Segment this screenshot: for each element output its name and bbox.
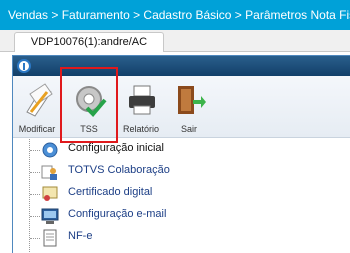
document-icon [43,229,57,247]
tree-item-label: Configuração inicial [68,142,164,154]
exit-door-icon [178,86,206,114]
monitor-icon [41,208,59,224]
report-button[interactable]: Relatório [117,80,165,134]
tree-item-certificado-digital[interactable]: Certificado digital [13,183,350,205]
modify-button[interactable]: Modificar [13,80,61,134]
modify-icon [26,83,53,117]
printer-icon [129,85,155,115]
tree-item-configuracao-email[interactable]: Configuração e-mail [13,205,350,227]
exit-button[interactable]: Sair [165,80,213,134]
breadcrumb: Vendas > Faturamento > Cadastro Básico >… [0,0,350,30]
tree-item-label: TOTVS Colaboração [68,164,170,176]
tree-item-totvs-colaboracao[interactable]: TOTVS Colaboração [13,161,350,183]
tab-strip: VDP10076(1):andre/AC [0,30,350,52]
certificate-icon [42,186,58,201]
options-tree: Configuração inicial TOTVS Colaboração C… [13,139,350,253]
exit-label: Sair [180,124,197,134]
tree-item-label: NF-e [68,230,93,242]
collaboration-icon [41,165,57,180]
tree-item-label: Certificado digital [68,186,153,198]
tree-item-label: Configuração e-mail [68,208,167,220]
tss-highlight-box [60,67,118,143]
modify-label: Modificar [18,124,56,134]
tree-item-nfe[interactable]: NF-e [13,227,350,249]
app-icon [17,59,31,73]
tab-program[interactable]: VDP10076(1):andre/AC [14,32,164,52]
gear-icon [42,142,58,158]
